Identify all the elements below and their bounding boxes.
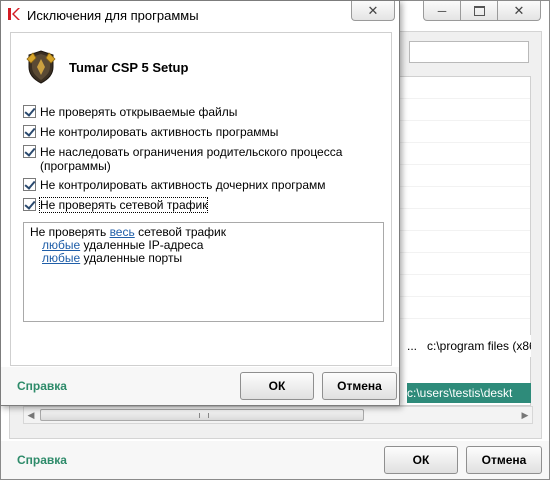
background-cancel-button[interactable]: Отмена xyxy=(466,446,542,474)
application-name: Tumar CSP 5 Setup xyxy=(69,60,189,75)
dialog-title: Исключения для программы xyxy=(27,8,199,23)
description-text: сетевой трафик xyxy=(134,225,226,239)
option-row[interactable]: Не наследовать ограничения родительского… xyxy=(23,145,370,173)
background-ok-button[interactable]: ОК xyxy=(384,446,458,474)
option-checkbox[interactable] xyxy=(23,105,36,118)
option-label: Не контролировать активность программы xyxy=(40,125,279,139)
path-prefix: ... xyxy=(407,339,418,353)
exclusions-dialog: Исключения для программы ✕ Tumar CSP 5 S… xyxy=(0,0,400,406)
list-item[interactable] xyxy=(400,275,530,297)
background-close-button[interactable]: ✕ xyxy=(497,1,541,21)
option-row[interactable]: Не контролировать активность дочерних пр… xyxy=(23,178,370,192)
list-item[interactable] xyxy=(400,99,530,121)
option-checkbox[interactable] xyxy=(23,125,36,138)
list-item[interactable] xyxy=(400,297,530,319)
option-label: Не наследовать ограничения родительского… xyxy=(40,145,343,173)
option-row[interactable]: Не проверять открываемые файлы xyxy=(23,105,370,119)
option-row[interactable]: Не контролировать активность программы xyxy=(23,125,370,139)
list-item-path[interactable]: ... c:\program files (x86 xyxy=(407,335,531,357)
traffic-scope-link[interactable]: весь xyxy=(110,225,135,239)
background-search-input[interactable] xyxy=(409,41,529,63)
option-checkbox[interactable] xyxy=(23,198,36,211)
dialog-footer: Справка ОК Отмена xyxy=(1,367,399,405)
shield-icon xyxy=(26,50,56,84)
horizontal-scrollbar[interactable]: ◀ ▶ xyxy=(23,406,533,424)
option-row[interactable]: Не проверять сетевой трафик xyxy=(23,197,209,213)
ports-link[interactable]: любые xyxy=(42,251,80,265)
selected-list-item-path[interactable]: c:\users\testis\deskt xyxy=(407,383,531,403)
close-icon: ✕ xyxy=(513,2,525,18)
scrollbar-thumb[interactable] xyxy=(40,409,364,421)
dialog-titlebar: Исключения для программы ✕ xyxy=(1,1,399,31)
close-icon: ✕ xyxy=(367,2,379,18)
option-label: Не проверять сетевой трафик xyxy=(38,197,209,213)
option-label: Не контролировать активность дочерних пр… xyxy=(40,178,326,192)
description-text: удаленные порты xyxy=(80,251,183,265)
scroll-right-icon[interactable]: ▶ xyxy=(520,409,530,421)
maximize-icon xyxy=(473,5,485,16)
dialog-close-button[interactable]: ✕ xyxy=(351,1,395,21)
rule-description-box: Не проверять весь сетевой трафик любые у… xyxy=(23,222,384,322)
option-checkbox[interactable] xyxy=(23,178,36,191)
description-text: удаленные IP-адреса xyxy=(80,238,204,252)
ip-address-link[interactable]: любые xyxy=(42,238,80,252)
minimize-icon: ─ xyxy=(437,3,447,18)
option-label: Не проверять открываемые файлы xyxy=(40,105,238,119)
list-item[interactable] xyxy=(400,77,530,99)
option-checkbox[interactable] xyxy=(23,145,36,158)
list-item[interactable] xyxy=(400,143,530,165)
ok-button[interactable]: ОК xyxy=(240,372,314,400)
list-item[interactable] xyxy=(400,187,530,209)
maximize-button[interactable] xyxy=(460,1,498,21)
background-footer: Справка ОК Отмена xyxy=(1,441,549,479)
cancel-button[interactable]: Отмена xyxy=(322,372,397,400)
description-line-3: любые удаленные порты xyxy=(42,252,182,265)
background-help-link[interactable]: Справка xyxy=(17,453,67,467)
list-item[interactable] xyxy=(400,253,530,275)
list-item[interactable] xyxy=(400,231,530,253)
description-text: Не проверять xyxy=(30,225,110,239)
selected-path-text: c:\users\testis\deskt xyxy=(407,386,513,400)
minimize-button[interactable]: ─ xyxy=(423,1,461,21)
list-item[interactable] xyxy=(400,209,530,231)
list-item[interactable] xyxy=(400,121,530,143)
kaspersky-logo-icon xyxy=(8,8,20,20)
list-item[interactable] xyxy=(400,165,530,187)
help-link[interactable]: Справка xyxy=(17,379,67,393)
scroll-left-icon[interactable]: ◀ xyxy=(26,409,36,421)
path-text: c:\program files (x86 xyxy=(427,339,531,353)
